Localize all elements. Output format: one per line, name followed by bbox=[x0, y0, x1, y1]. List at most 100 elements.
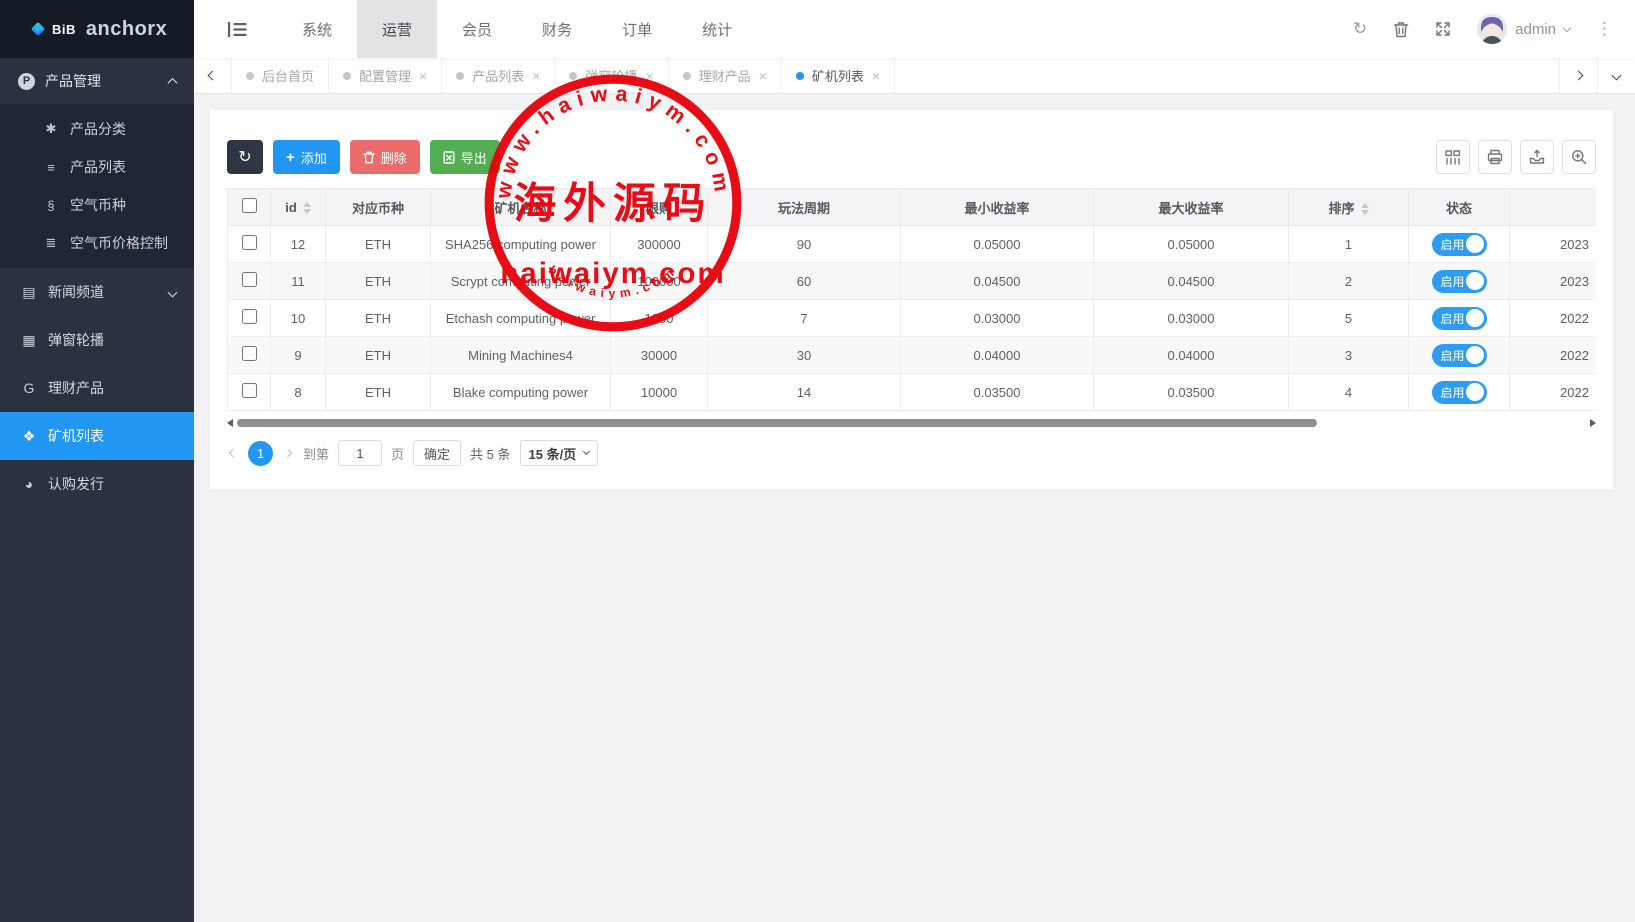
trash-icon[interactable] bbox=[1393, 21, 1409, 38]
cell-max-rate: 0.03500 bbox=[1094, 374, 1289, 411]
cell-cycle: 7 bbox=[708, 300, 901, 337]
more-menu-icon[interactable]: ⋮ bbox=[1596, 19, 1613, 39]
cell-select bbox=[228, 337, 271, 374]
prev-page-button[interactable] bbox=[227, 450, 239, 456]
avatar bbox=[1477, 14, 1507, 44]
tab-close-icon[interactable]: × bbox=[419, 68, 427, 84]
cell-time: 2022 bbox=[1510, 337, 1597, 374]
tab-config[interactable]: 配置管理 × bbox=[329, 58, 442, 93]
delete-label: 删除 bbox=[381, 148, 407, 167]
sidebar-item-news-channel[interactable]: ▤ 新闻频道 bbox=[0, 268, 194, 316]
confirm-page-button[interactable]: 确定 bbox=[413, 440, 461, 466]
cell-time: 2023 bbox=[1510, 263, 1597, 300]
cell-min-rate: 0.05000 bbox=[901, 226, 1094, 263]
status-toggle[interactable]: 启用 bbox=[1432, 270, 1487, 293]
page-size-select[interactable]: 15 条/页 bbox=[520, 440, 599, 466]
nav-item-system[interactable]: 系统 bbox=[277, 0, 357, 58]
export-button[interactable]: 导出 bbox=[430, 140, 500, 174]
cell-id: 8 bbox=[271, 374, 326, 411]
table-header-row: id 对应币种 矿机名称 限购 玩法周期 最小收益率 最大收益率 排序 状态 bbox=[228, 189, 1597, 226]
toggle-label: 启用 bbox=[1441, 310, 1465, 327]
sidebar-menu: P 产品管理 ✱ 产品分类 ≡ 产品列表 § 空气币种 ≣ 空气币价格控制 ▤ bbox=[0, 58, 194, 508]
pagination: 1 到第 页 确定 共 5 条 15 条/页 bbox=[227, 440, 1596, 466]
col-id[interactable]: id bbox=[271, 189, 326, 226]
brand-logo[interactable]: BiB anchorx bbox=[0, 0, 194, 58]
scrollbar-thumb[interactable] bbox=[237, 419, 1317, 427]
nav-item-operation[interactable]: 运营 bbox=[357, 0, 437, 58]
scroll-right-arrow[interactable] bbox=[1590, 419, 1596, 427]
nav-item-statistics[interactable]: 统计 bbox=[677, 0, 757, 58]
cell-select bbox=[228, 374, 271, 411]
delete-button[interactable]: 删除 bbox=[350, 140, 420, 174]
tabs-scroll-left-button[interactable] bbox=[194, 58, 232, 93]
plus-icon: + bbox=[286, 149, 295, 166]
cell-limit: 300000 bbox=[611, 226, 708, 263]
tabs-menu-button[interactable] bbox=[1597, 58, 1635, 93]
tab-product-list[interactable]: 产品列表 × bbox=[442, 58, 555, 93]
status-toggle[interactable]: 启用 bbox=[1432, 381, 1487, 404]
tab-miner-list[interactable]: 矿机列表 × bbox=[782, 58, 895, 93]
sidebar-collapse-button[interactable] bbox=[228, 22, 247, 37]
current-page-button[interactable]: 1 bbox=[248, 441, 273, 466]
nav-item-finance[interactable]: 财务 bbox=[517, 0, 597, 58]
nav-item-order[interactable]: 订单 bbox=[597, 0, 677, 58]
tab-close-icon[interactable]: × bbox=[645, 68, 653, 84]
tab-popup-carousel[interactable]: 弹窗轮播 × bbox=[555, 58, 668, 93]
col-sort[interactable]: 排序 bbox=[1289, 189, 1409, 226]
tab-dashboard[interactable]: 后台首页 bbox=[232, 58, 329, 93]
columns-button[interactable] bbox=[1436, 140, 1470, 174]
status-toggle[interactable]: 启用 bbox=[1432, 233, 1487, 256]
search-button[interactable] bbox=[1562, 140, 1596, 174]
row-checkbox[interactable] bbox=[242, 383, 257, 398]
fullscreen-icon[interactable] bbox=[1435, 21, 1451, 37]
refresh-icon[interactable]: ↻ bbox=[1353, 19, 1367, 39]
cell-coin: ETH bbox=[326, 263, 431, 300]
sidebar-item-miner-list[interactable]: ❖ 矿机列表 bbox=[0, 412, 194, 460]
sidebar-item-wealth-product[interactable]: G 理财产品 bbox=[0, 364, 194, 412]
row-checkbox[interactable] bbox=[242, 346, 257, 361]
tab-close-icon[interactable]: × bbox=[532, 68, 540, 84]
export-table-button[interactable] bbox=[1520, 140, 1554, 174]
row-checkbox[interactable] bbox=[242, 235, 257, 250]
nav-item-member[interactable]: 会员 bbox=[437, 0, 517, 58]
select-all-cell bbox=[228, 189, 271, 226]
tab-close-icon[interactable]: × bbox=[872, 68, 880, 84]
scroll-left-arrow[interactable] bbox=[227, 419, 233, 427]
status-toggle[interactable]: 启用 bbox=[1432, 344, 1487, 367]
tabs-scroll-right-button[interactable] bbox=[1559, 58, 1597, 93]
tab-wealth-product[interactable]: 理财产品 × bbox=[669, 58, 782, 93]
cell-id: 10 bbox=[271, 300, 326, 337]
columns-icon bbox=[1445, 150, 1461, 165]
cell-id: 12 bbox=[271, 226, 326, 263]
cell-sort: 3 bbox=[1289, 337, 1409, 374]
status-toggle[interactable]: 启用 bbox=[1432, 307, 1487, 330]
sidebar-item-product-list[interactable]: ≡ 产品列表 bbox=[0, 148, 194, 186]
sidebar-item-label: 矿机列表 bbox=[48, 426, 176, 446]
sidebar-item-air-coin-price-control[interactable]: ≣ 空气币价格控制 bbox=[0, 224, 194, 262]
col-coin: 对应币种 bbox=[326, 189, 431, 226]
tabbar-spacer bbox=[895, 58, 1559, 93]
sidebar-item-popup-carousel[interactable]: ▦ 弹窗轮播 bbox=[0, 316, 194, 364]
tab-close-icon[interactable]: × bbox=[759, 68, 767, 84]
product-management-icon: P bbox=[18, 73, 35, 90]
refresh-button[interactable]: ↻ bbox=[227, 140, 263, 174]
sidebar-item-air-coin[interactable]: § 空气币种 bbox=[0, 186, 194, 224]
sidebar-item-product-category[interactable]: ✱ 产品分类 bbox=[0, 110, 194, 148]
page-number-input[interactable] bbox=[338, 440, 382, 466]
cell-status: 启用 bbox=[1409, 374, 1510, 411]
tab-dot-icon bbox=[796, 72, 804, 80]
username: admin bbox=[1515, 21, 1556, 38]
cell-cycle: 90 bbox=[708, 226, 901, 263]
tab-dot-icon bbox=[246, 72, 254, 80]
print-button[interactable] bbox=[1478, 140, 1512, 174]
sidebar-group-product-management[interactable]: P 产品管理 bbox=[0, 58, 194, 104]
select-all-checkbox[interactable] bbox=[242, 198, 257, 213]
sidebar-item-subscription-issue[interactable]: ◕ 认购发行 bbox=[0, 460, 194, 508]
row-checkbox[interactable] bbox=[242, 272, 257, 287]
row-checkbox[interactable] bbox=[242, 309, 257, 324]
user-menu[interactable]: admin bbox=[1477, 14, 1570, 44]
add-button[interactable]: + 添加 bbox=[273, 140, 340, 174]
page-size-value: 15 条/页 bbox=[529, 444, 577, 463]
next-page-button[interactable] bbox=[282, 450, 294, 456]
export-label: 导出 bbox=[461, 148, 487, 167]
